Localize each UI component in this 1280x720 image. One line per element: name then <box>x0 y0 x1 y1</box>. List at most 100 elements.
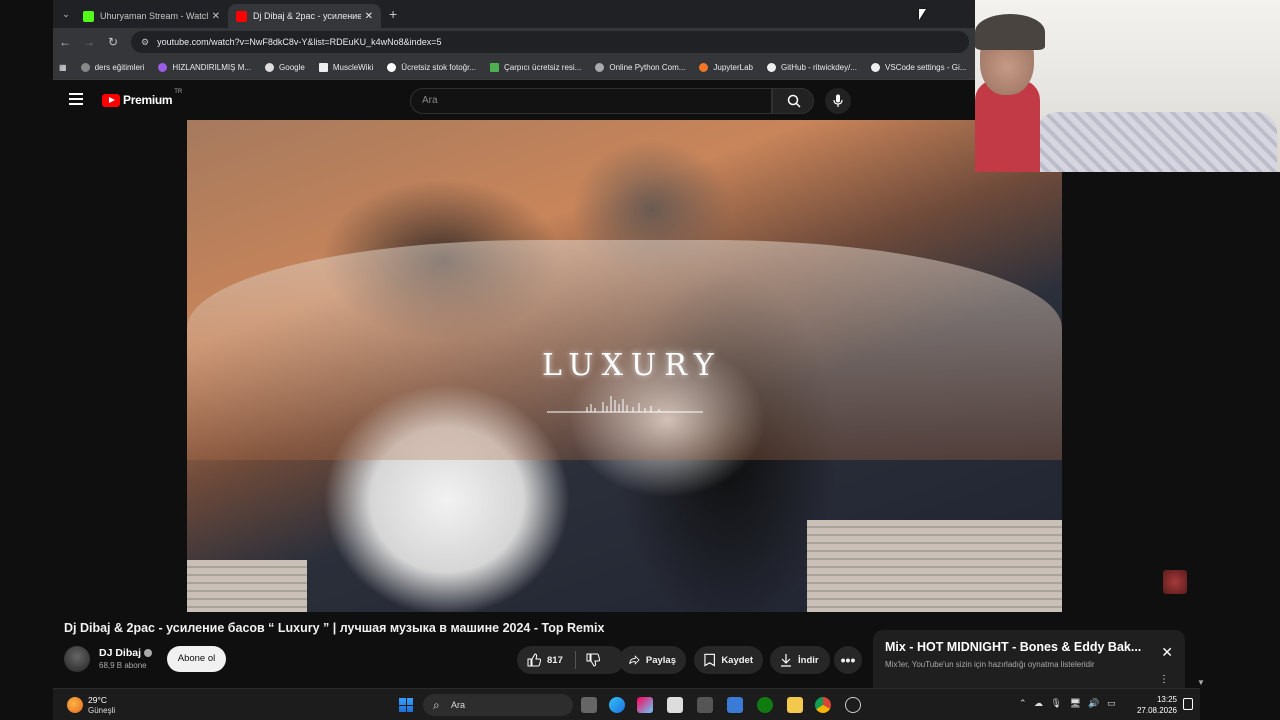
webcam-overlay <box>975 0 1280 172</box>
bookmark-item[interactable]: Çarpıcı ücretsiz resi... <box>490 63 581 72</box>
freepik-icon <box>490 63 499 72</box>
store-icon[interactable] <box>667 697 683 713</box>
share-icon <box>629 655 640 665</box>
youtube-favicon-icon <box>236 10 247 22</box>
youtube-premium-logo[interactable]: Premium TR <box>102 89 182 107</box>
bookmark-label: Google <box>279 63 305 72</box>
app-icon[interactable] <box>845 697 861 713</box>
video-overlay-title: LUXURY <box>542 348 722 383</box>
visual-studio-icon[interactable] <box>727 697 743 713</box>
more-actions-button[interactable]: ••• <box>834 646 862 674</box>
screen: ⌄ Uhuryaman Stream - Watch Liv ✕ Dj Diba… <box>0 0 1280 720</box>
bookmark-icon <box>158 63 168 72</box>
audio-waveform <box>547 396 703 413</box>
bookmark-item[interactable]: MuscleWiki <box>318 63 373 72</box>
bookmarks-bar: ▦ ders eğitimleri HIZLANDIRILMIŞ M... Go… <box>53 56 975 80</box>
bookmark-item[interactable]: HIZLANDIRILMIŞ M... <box>158 63 251 72</box>
channel-name-text: DJ Dibaj <box>99 647 142 659</box>
like-count: 817 <box>547 654 563 666</box>
like-dislike-group: 817 <box>517 646 624 674</box>
mix-title: Mix - HOT MIDNIGHT - Bones & Eddy Bak... <box>885 640 1142 654</box>
bookmark-label: Online Python Com... <box>609 63 686 72</box>
thumbs-down-icon[interactable] <box>586 653 600 667</box>
share-button[interactable]: Paylaş <box>619 646 686 674</box>
tab-youtube[interactable]: Dj Dibaj & 2pac - усиление ✕ <box>228 4 381 28</box>
bookmark-item[interactable]: Online Python Com... <box>595 63 685 72</box>
tab-title: Uhuryaman Stream - Watch Liv <box>100 11 208 21</box>
bookmark-item[interactable]: ders eğitimleri <box>80 63 145 72</box>
edge-icon[interactable] <box>609 697 625 713</box>
bookmark-item[interactable]: Ücretsiz stok fotoğr... <box>387 63 476 72</box>
verified-icon <box>144 649 153 658</box>
download-button[interactable]: İndir <box>770 646 830 674</box>
date: 27.08.2026 <box>1136 706 1177 715</box>
forward-arrow-icon[interactable]: → <box>77 35 101 49</box>
save-label: Kaydet <box>721 654 753 666</box>
subscriber-count: 68,9 B abone <box>99 661 147 670</box>
scroll-down-arrow-icon[interactable]: ▼ <box>1197 678 1205 687</box>
url-bar[interactable]: ⚙ youtube.com/watch?v=NwF8dkC8v-Y&list=R… <box>131 31 969 53</box>
playlist-thumbnail[interactable] <box>1163 570 1187 594</box>
menu-icon[interactable] <box>69 93 83 105</box>
youtube-header: Premium TR Ara <box>53 80 975 120</box>
like-button[interactable]: 817 <box>527 653 563 667</box>
bookmark-label: Ücretsiz stok fotoğr... <box>401 63 476 72</box>
search-icon <box>787 94 801 108</box>
close-icon[interactable]: ✕ <box>1161 644 1173 661</box>
time: 13:25 <box>1156 695 1177 704</box>
site-info-icon[interactable]: ⚙ <box>141 37 149 48</box>
mix-playlist-panel[interactable]: Mix - HOT MIDNIGHT - Bones & Eddy Bak...… <box>873 630 1185 692</box>
close-icon[interactable]: ✕ <box>212 11 220 22</box>
video-player[interactable]: LUXURY <box>187 120 1062 612</box>
chrome-icon[interactable] <box>815 697 831 713</box>
clock[interactable]: 13:25 27.08.2026 <box>1135 694 1177 716</box>
bookmark-label: JupyterLab <box>713 63 753 72</box>
windows-start-icon[interactable] <box>399 698 413 712</box>
bookmark-item[interactable]: JupyterLab <box>699 63 753 72</box>
thumbs-up-icon <box>527 653 541 667</box>
tab-title: Dj Dibaj & 2pac - усиление <box>253 11 361 21</box>
taskbar-search[interactable]: Ara <box>423 694 573 716</box>
search-button[interactable] <box>772 88 814 114</box>
search-input[interactable]: Ara <box>410 88 772 114</box>
new-tab-button[interactable]: + <box>389 6 397 22</box>
tab-stream[interactable]: Uhuryaman Stream - Watch Liv ✕ <box>75 4 228 28</box>
bookmark-label: ders eğitimleri <box>94 63 145 72</box>
logo-text: Premium <box>123 93 173 107</box>
notification-icon[interactable] <box>1183 698 1193 710</box>
more-horizontal-icon: ••• <box>840 652 856 668</box>
apps-grid-icon[interactable]: ▦ <box>59 63 67 72</box>
app-icon[interactable] <box>697 697 713 713</box>
download-label: İndir <box>798 654 819 666</box>
voice-search-button[interactable] <box>825 88 851 114</box>
system-tray[interactable]: ⌃ ☁ 🎙 🖥 🔊 ▭ <box>1019 698 1116 709</box>
copilot-icon[interactable] <box>637 697 653 713</box>
subscribe-button[interactable]: Abone ol <box>167 646 226 672</box>
task-view-icon[interactable] <box>581 697 597 713</box>
jupyter-icon <box>699 63 709 72</box>
google-icon <box>265 63 275 72</box>
save-button[interactable]: Kaydet <box>694 646 763 674</box>
share-label: Paylaş <box>645 654 676 666</box>
xbox-icon[interactable] <box>757 697 773 713</box>
browser-tab-bar: ⌄ Uhuryaman Stream - Watch Liv ✕ Dj Diba… <box>53 0 975 28</box>
globe-icon <box>595 63 605 72</box>
close-icon[interactable]: ✕ <box>365 11 373 22</box>
avatar[interactable] <box>64 646 90 672</box>
file-explorer-icon[interactable] <box>787 697 803 713</box>
back-arrow-icon[interactable]: ← <box>53 35 77 49</box>
microphone-icon <box>833 94 843 107</box>
bookmark-item[interactable]: Google <box>265 63 305 72</box>
address-toolbar: ← → ↻ ⚙ youtube.com/watch?v=NwF8dkC8v-Y&… <box>53 28 975 56</box>
bookmark-item[interactable]: GitHub - ritwickdey/... <box>767 63 857 72</box>
bookmark-item[interactable]: VSCode settings - Gi... <box>871 63 966 72</box>
reload-icon[interactable]: ↻ <box>101 35 125 49</box>
more-vertical-icon[interactable]: ⋮ <box>1159 674 1169 685</box>
webcam-person-hair <box>975 14 1045 50</box>
mix-subtitle: Mix'ler, YouTube'un sizin için hazırladı… <box>885 660 1095 669</box>
github-icon <box>871 63 881 72</box>
weather-sun-icon[interactable] <box>67 697 83 713</box>
channel-name[interactable]: DJ Dibaj <box>99 647 153 659</box>
video-frame-seat-left <box>187 560 307 612</box>
tab-search-button[interactable]: ⌄ <box>57 5 75 23</box>
